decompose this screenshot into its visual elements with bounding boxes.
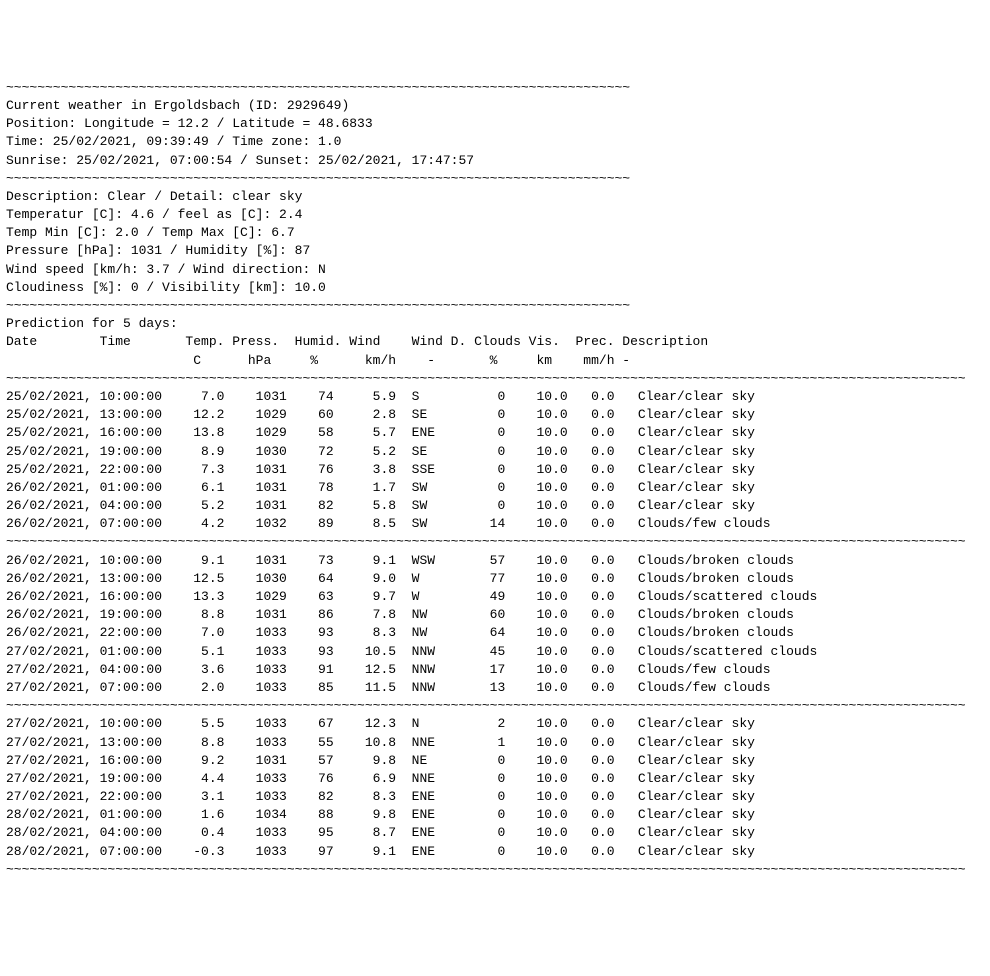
line: 26/02/2021, 19:00:00 8.8 1031 86 7.8 NW … [6,606,984,624]
line: 27/02/2021, 01:00:00 5.1 1033 93 10.5 NN… [6,643,984,661]
line: 27/02/2021, 04:00:00 3.6 1033 91 12.5 NN… [6,661,984,679]
weather-report: ~~~~~~~~~~~~~~~~~~~~~~~~~~~~~~~~~~~~~~~~… [6,79,984,879]
separator: ~~~~~~~~~~~~~~~~~~~~~~~~~~~~~~~~~~~~~~~~… [6,370,984,388]
line: Wind speed [km/h: 3.7 / Wind direction: … [6,261,984,279]
line: Temp Min [C]: 2.0 / Temp Max [C]: 6.7 [6,224,984,242]
line: Sunrise: 25/02/2021, 07:00:54 / Sunset: … [6,152,984,170]
line: 28/02/2021, 07:00:00 -0.3 1033 97 9.1 EN… [6,843,984,861]
line: 25/02/2021, 13:00:00 12.2 1029 60 2.8 SE… [6,406,984,424]
separator: ~~~~~~~~~~~~~~~~~~~~~~~~~~~~~~~~~~~~~~~~… [6,861,984,879]
line: 27/02/2021, 13:00:00 8.8 1033 55 10.8 NN… [6,734,984,752]
line: Date Time Temp. Press. Humid. Wind Wind … [6,333,984,351]
separator: ~~~~~~~~~~~~~~~~~~~~~~~~~~~~~~~~~~~~~~~~… [6,297,984,315]
line: 26/02/2021, 04:00:00 5.2 1031 82 5.8 SW … [6,497,984,515]
line: Description: Clear / Detail: clear sky [6,188,984,206]
line: 28/02/2021, 04:00:00 0.4 1033 95 8.7 ENE… [6,824,984,842]
line: 26/02/2021, 16:00:00 13.3 1029 63 9.7 W … [6,588,984,606]
line: 25/02/2021, 10:00:00 7.0 1031 74 5.9 S 0… [6,388,984,406]
line: Position: Longitude = 12.2 / Latitude = … [6,115,984,133]
separator: ~~~~~~~~~~~~~~~~~~~~~~~~~~~~~~~~~~~~~~~~… [6,79,984,97]
line: 25/02/2021, 16:00:00 13.8 1029 58 5.7 EN… [6,424,984,442]
line: 26/02/2021, 01:00:00 6.1 1031 78 1.7 SW … [6,479,984,497]
separator: ~~~~~~~~~~~~~~~~~~~~~~~~~~~~~~~~~~~~~~~~… [6,697,984,715]
separator: ~~~~~~~~~~~~~~~~~~~~~~~~~~~~~~~~~~~~~~~~… [6,170,984,188]
line: Cloudiness [%]: 0 / Visibility [km]: 10.… [6,279,984,297]
line: Temperatur [C]: 4.6 / feel as [C]: 2.4 [6,206,984,224]
line: 27/02/2021, 19:00:00 4.4 1033 76 6.9 NNE… [6,770,984,788]
line: Prediction for 5 days: [6,315,984,333]
line: 25/02/2021, 22:00:00 7.3 1031 76 3.8 SSE… [6,461,984,479]
line: Time: 25/02/2021, 09:39:49 / Time zone: … [6,133,984,151]
line: 27/02/2021, 16:00:00 9.2 1031 57 9.8 NE … [6,752,984,770]
line: 26/02/2021, 22:00:00 7.0 1033 93 8.3 NW … [6,624,984,642]
line: Current weather in Ergoldsbach (ID: 2929… [6,97,984,115]
line: 27/02/2021, 10:00:00 5.5 1033 67 12.3 N … [6,715,984,733]
line: 28/02/2021, 01:00:00 1.6 1034 88 9.8 ENE… [6,806,984,824]
line: 26/02/2021, 13:00:00 12.5 1030 64 9.0 W … [6,570,984,588]
line: 27/02/2021, 22:00:00 3.1 1033 82 8.3 ENE… [6,788,984,806]
separator: ~~~~~~~~~~~~~~~~~~~~~~~~~~~~~~~~~~~~~~~~… [6,533,984,551]
line: Pressure [hPa]: 1031 / Humidity [%]: 87 [6,242,984,260]
line: 26/02/2021, 07:00:00 4.2 1032 89 8.5 SW … [6,515,984,533]
line: 26/02/2021, 10:00:00 9.1 1031 73 9.1 WSW… [6,552,984,570]
line: C hPa % km/h - % km mm/h - [6,352,984,370]
line: 27/02/2021, 07:00:00 2.0 1033 85 11.5 NN… [6,679,984,697]
line: 25/02/2021, 19:00:00 8.9 1030 72 5.2 SE … [6,443,984,461]
